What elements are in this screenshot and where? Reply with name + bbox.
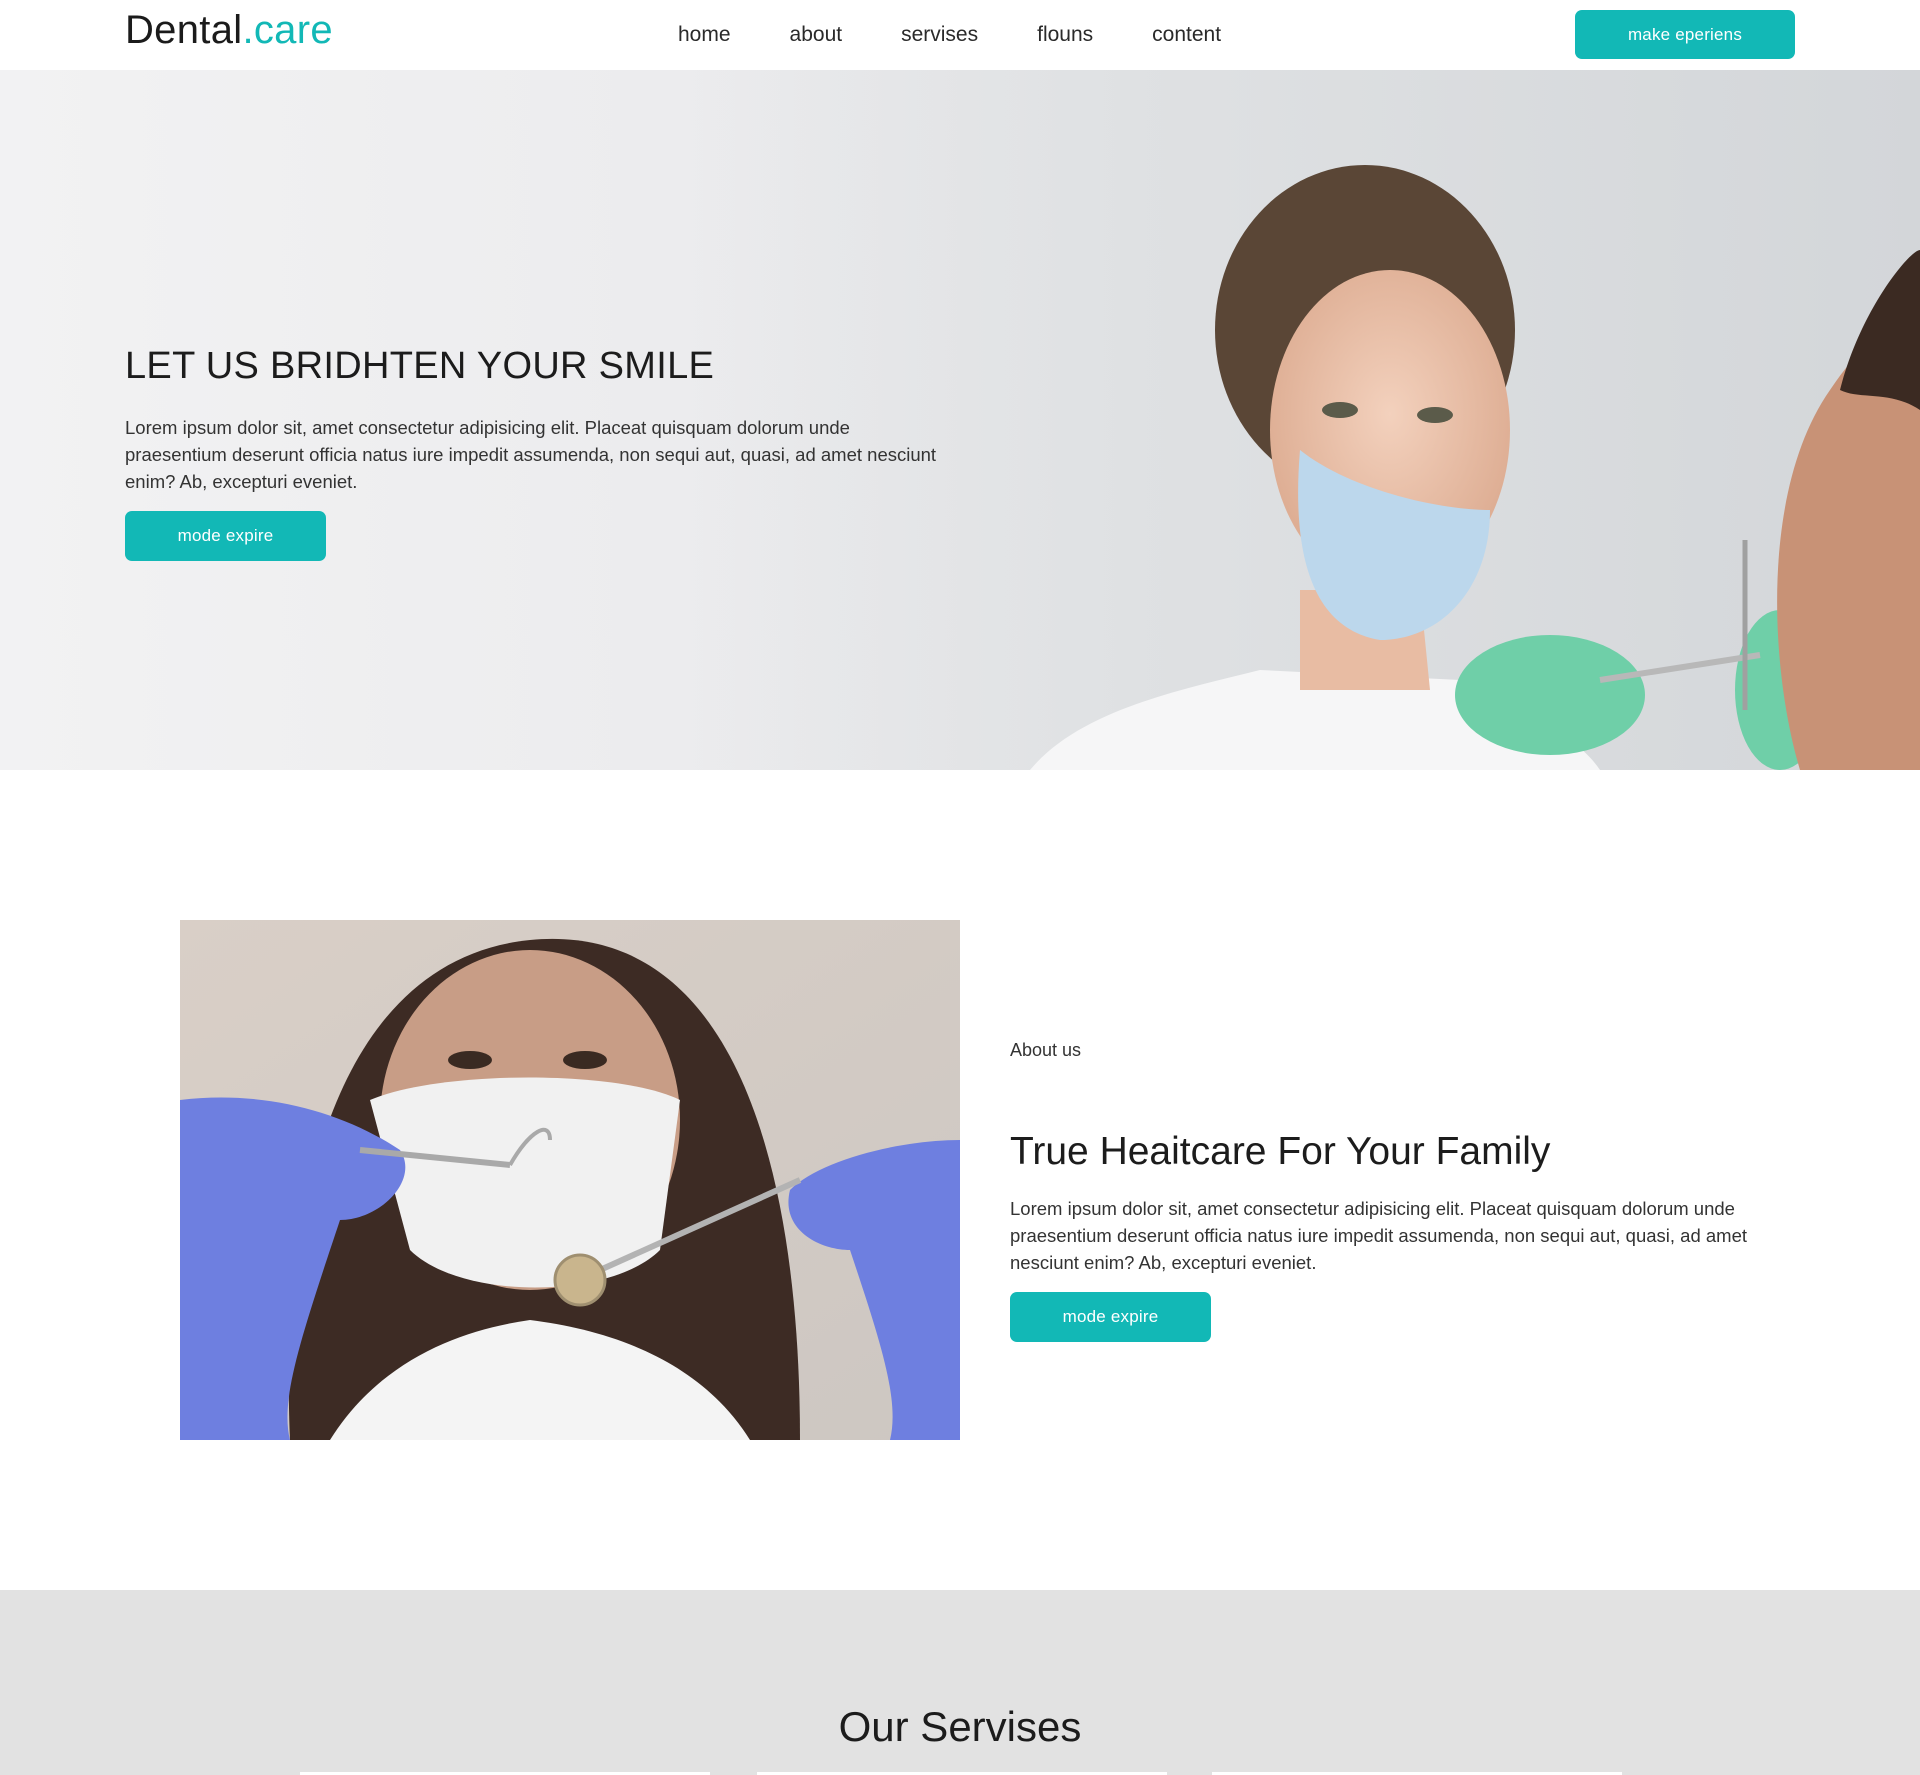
- hero-section: LET US BRIDHTEN YOUR SMILE Lorem ipsum d…: [0, 70, 1920, 770]
- nav-link-servises[interactable]: servises: [901, 18, 978, 52]
- nav-link-content[interactable]: content: [1152, 18, 1221, 52]
- top-navbar: Dental.care home about servises flouns c…: [0, 0, 1920, 70]
- make-eperiens-button[interactable]: make eperiens: [1575, 10, 1795, 59]
- brand-name-main: Dental: [125, 8, 243, 52]
- services-title: Our Servises: [838, 1702, 1082, 1750]
- about-us-label: About us: [1010, 1040, 1082, 1060]
- nav-link-about[interactable]: about: [790, 18, 843, 52]
- hero-description: Lorem ipsum dolor sit, amet consectetur …: [125, 416, 937, 492]
- about-title: True Heaitcare For Your Family: [1010, 1130, 1551, 1174]
- main-menu: home about servises flouns content: [678, 18, 1280, 52]
- about-dentist-photo: [180, 920, 960, 1440]
- about-description: Lorem ipsum dolor sit, amet consectetur …: [1010, 1197, 1748, 1273]
- services-section: Our Servises: [0, 1590, 1920, 1775]
- hero-title: LET US BRIDHTEN YOUR SMILE: [125, 345, 715, 388]
- nav-link-flouns[interactable]: flouns: [1037, 18, 1093, 52]
- brand-logo[interactable]: Dental.care: [125, 8, 333, 53]
- hero-mode-expire-button[interactable]: mode expire: [125, 511, 326, 561]
- nav-link-home[interactable]: home: [678, 18, 731, 52]
- about-mode-expire-button[interactable]: mode expire: [1010, 1292, 1211, 1342]
- brand-name-accent: .care: [242, 8, 333, 52]
